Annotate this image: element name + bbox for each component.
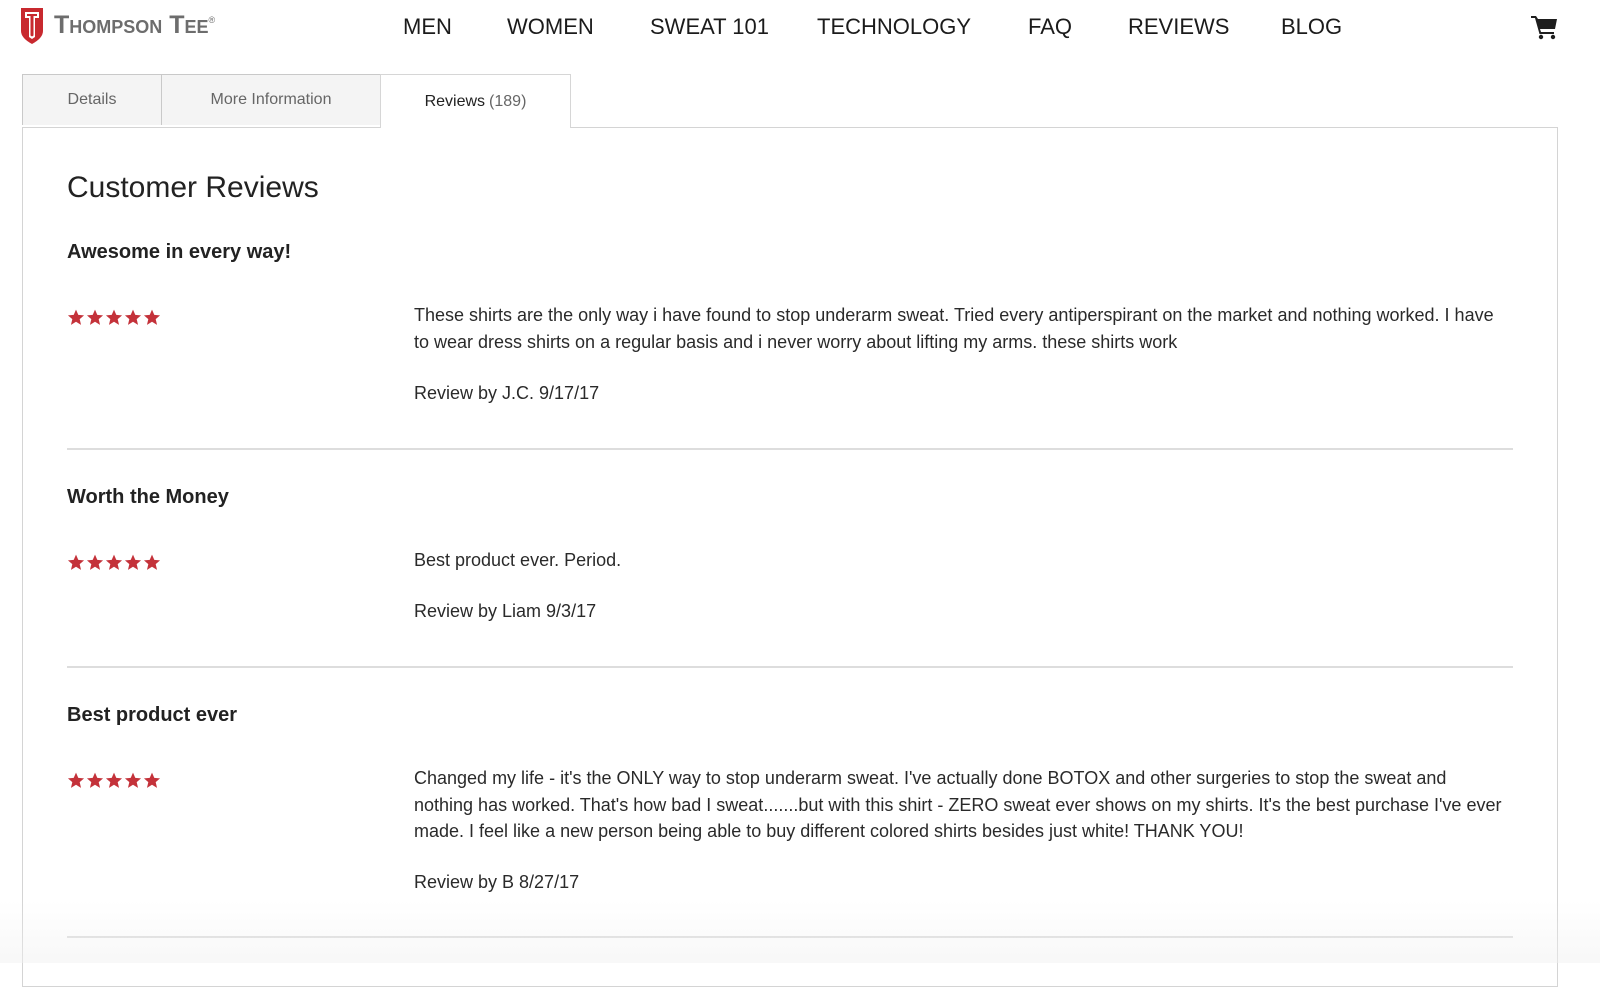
shopping-cart-icon[interactable]: [1530, 14, 1558, 40]
panel-title: Customer Reviews: [67, 171, 319, 204]
star-filled-icon: [105, 309, 123, 325]
review-divider: [67, 666, 1513, 668]
star-filled-icon: [86, 772, 104, 788]
star-filled-icon: [67, 309, 85, 325]
review-count: (189): [489, 92, 527, 110]
star-filled-icon: [143, 309, 161, 325]
star-filled-icon: [124, 554, 142, 570]
review-byline: Review by J.C. 9/17/17: [414, 383, 600, 403]
review-byline: Review by B 8/27/17: [414, 872, 580, 892]
star-filled-icon: [143, 772, 161, 788]
star-filled-icon: [105, 554, 123, 570]
nav-item-women[interactable]: WOMEN: [507, 12, 594, 42]
tab-label: Reviews: [424, 92, 486, 110]
shield-logo-icon: [21, 8, 43, 44]
star-filled-icon: [124, 772, 142, 788]
star-filled-icon: [143, 554, 161, 570]
tab-label: Details: [67, 91, 117, 108]
reviews-panel: Customer Reviews Awesome in every way! T…: [22, 127, 1558, 987]
star-rating: [67, 554, 161, 571]
nav-item-reviews[interactable]: REVIEWS: [1128, 12, 1229, 42]
star-filled-icon: [86, 554, 104, 570]
nav-item-sweat-101[interactable]: SWEAT 101: [650, 12, 769, 42]
star-rating: [67, 772, 161, 789]
review-byline: Review by Liam 9/3/17: [414, 601, 597, 621]
review-body: Best product ever. Period.: [414, 550, 622, 570]
tab-details[interactable]: Details: [22, 74, 162, 125]
review-body: Changed my life - it's the ONLY way to s…: [414, 768, 1502, 841]
review-divider: [67, 448, 1513, 450]
star-filled-icon: [105, 772, 123, 788]
star-filled-icon: [67, 554, 85, 570]
brand-logo[interactable]: Thompson Tee®: [20, 7, 215, 45]
nav-item-faq[interactable]: FAQ: [1028, 12, 1072, 42]
brand-name: Thompson Tee®: [54, 10, 216, 39]
tab-more-information[interactable]: More Information: [161, 74, 381, 125]
nav-item-blog[interactable]: BLOG: [1281, 12, 1342, 42]
tab-label: More Information: [210, 91, 332, 108]
review-body: These shirts are the only way i have fou…: [414, 305, 1494, 352]
star-rating: [67, 309, 161, 326]
star-filled-icon: [124, 309, 142, 325]
tab-reviews[interactable]: Reviews (189): [380, 74, 571, 128]
nav-item-men[interactable]: MEN: [403, 12, 452, 42]
review-title: Worth the Money: [67, 486, 229, 508]
registered-mark: ®: [208, 14, 216, 25]
review-title: Best product ever: [67, 704, 238, 726]
nav-item-technology[interactable]: TECHNOLOGY: [817, 12, 971, 42]
star-filled-icon: [67, 772, 85, 788]
star-filled-icon: [86, 309, 104, 325]
review-divider: [67, 936, 1513, 938]
site-header: Thompson Tee® MEN WOMEN SWEAT 101 TECHNO…: [0, 0, 1600, 56]
review-title: Awesome in every way!: [67, 241, 292, 263]
